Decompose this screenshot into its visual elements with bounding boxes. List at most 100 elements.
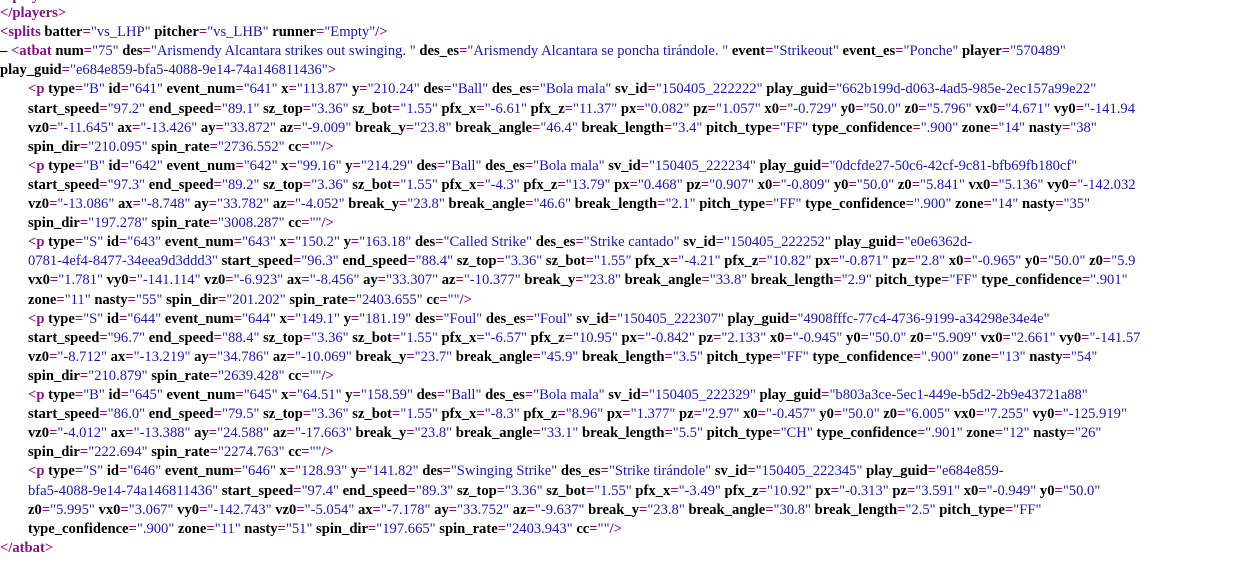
xml-punctuation: =: [476, 176, 485, 193]
xml-attribute-value: "-8.456": [309, 272, 360, 289]
xml-attribute-value: "-0.945": [792, 329, 843, 346]
xml-punctuation: =: [912, 119, 921, 136]
xml-punctuation: =: [372, 501, 381, 518]
xml-punctuation: =: [476, 329, 485, 346]
xml-attribute-name: vy0: [1050, 100, 1076, 117]
xml-attribute-value: 0781-4ef4-8477-34eea9d3ddd3": [28, 253, 218, 270]
xml-attribute-value: ".901": [925, 425, 963, 442]
xml-punctuation: =: [350, 234, 360, 251]
xml-punctuation: =: [640, 387, 650, 403]
xml-punctuation: =: [277, 520, 286, 537]
xml-attribute-value: "642": [243, 157, 278, 174]
xml-document-view: </players></players><splits batter="vs_L…: [0, 0, 1241, 562]
xml-attribute-name: break_angle: [684, 501, 766, 518]
xml-attribute-value: "33.8": [709, 272, 748, 289]
xml-attribute-name: vy0: [173, 501, 200, 518]
xml-attribute-value: "50.0": [842, 406, 880, 423]
xml-line: <p type="S" id="643" event_num="643" x="…: [0, 232, 972, 252]
xml-attribute-value: "Ponche": [903, 43, 959, 60]
xml-punctuation: =: [927, 463, 937, 480]
xml-punctuation: >: [44, 539, 54, 556]
xml-punctuation: =: [664, 425, 673, 442]
xml-attribute-value: ".901": [1090, 272, 1128, 289]
xml-attribute-name: ax: [107, 348, 126, 365]
xml-attribute-value: "": [309, 444, 322, 461]
xml-attribute-value: "3.4": [672, 119, 703, 136]
xml-punctuation: =: [128, 520, 137, 537]
xml-attribute-name: cc: [572, 520, 590, 537]
xml-attribute-value: "6.005": [905, 406, 951, 423]
xml-punctuation: =: [557, 176, 566, 193]
xml-punctuation: =: [1001, 43, 1011, 60]
xml-punctuation: =: [640, 157, 650, 174]
xml-attribute-value: "50.0": [1062, 482, 1101, 499]
xml-attribute-value: "150405_222252": [724, 234, 831, 251]
collapse-toggle-icon[interactable]: –: [0, 43, 11, 59]
xml-attribute-value: "Empty": [324, 24, 376, 41]
xml-punctuation: =: [142, 43, 151, 60]
xml-attribute-name: spin_dir: [28, 367, 80, 384]
xml-attribute-name: y: [339, 310, 351, 327]
xml-attribute-name: event_es: [838, 43, 896, 60]
xml-attribute-value: "1.55": [400, 329, 438, 346]
xml-attribute-value: "222.694": [88, 444, 148, 461]
xml-attribute-name: zone: [962, 425, 995, 442]
xml-line: spin_dir="197.278" spin_rate="3008.287" …: [0, 213, 334, 233]
xml-attribute-value: "-6.57": [484, 329, 528, 346]
xml-punctuation: =: [74, 157, 84, 174]
xml-attribute-name: type: [44, 463, 75, 480]
xml-attribute-value: "197.278": [88, 215, 148, 232]
xml-attribute-value: "5.796": [926, 100, 972, 117]
xml-attribute-name: nasty: [1025, 119, 1062, 136]
xml-attribute-name: vy0: [102, 272, 129, 289]
xml-attribute-name: z0: [28, 501, 42, 518]
xml-attribute-value: "3.5": [672, 348, 703, 365]
xml-attribute-value: "11": [64, 291, 91, 308]
xml-attribute-name: spin_dir: [312, 520, 368, 537]
xml-attribute-name: num: [51, 43, 84, 60]
xml-punctuation: =: [905, 196, 914, 212]
xml-attribute-value: "-0.949": [986, 482, 1037, 499]
xml-line: spin_dir="222.694" spin_rate="2274.763" …: [0, 442, 334, 462]
xml-punctuation: =: [707, 100, 716, 117]
xml-attribute-value: "3.36": [504, 253, 543, 270]
xml-attribute-name: ax: [283, 272, 302, 289]
xml-line: <p type="S" id="646" event_num="646" x="…: [0, 461, 1004, 481]
xml-punctuation: =: [715, 234, 725, 251]
xml-attribute-value: "": [309, 367, 322, 384]
xml-attribute-value: "": [597, 520, 610, 537]
xml-punctuation: =: [41, 501, 51, 518]
xml-attribute-name: y0: [830, 176, 849, 193]
xml-attribute-value: "23.8": [414, 119, 452, 136]
xml-attribute-value: "8.96": [565, 406, 604, 423]
xml-attribute-value: "2.9": [841, 272, 872, 289]
xml-attribute-value: "35": [1063, 196, 1091, 212]
xml-attribute-value: "1.55": [400, 406, 438, 423]
xml-punctuation: =: [830, 253, 839, 270]
xml-attribute-value: "Swinging Strike": [450, 463, 558, 480]
xml-attribute-value: "13": [999, 348, 1026, 365]
xml-attribute-value: ".900": [913, 196, 952, 212]
xml-attribute-value: "-4.3": [484, 176, 520, 193]
xml-punctuation: =: [74, 463, 84, 480]
xml-punctuation: =: [531, 81, 540, 98]
xml-attribute-value: "23.7": [414, 348, 453, 365]
xml-punctuation: >: [327, 62, 337, 79]
xml-attribute-name: play_guid: [862, 463, 928, 480]
xml-attribute-name: id: [103, 310, 120, 327]
xml-attribute-name: type: [44, 234, 75, 251]
xml-attribute-name: x0: [766, 329, 785, 346]
xml-attribute-value: "FF": [1013, 501, 1042, 518]
xml-punctuation: =: [406, 425, 415, 442]
xml-attribute-name: zone: [28, 291, 57, 308]
xml-attribute-name: break_y: [520, 272, 576, 289]
xml-attribute-name: y0: [842, 329, 861, 346]
xml-attribute-name: cc: [284, 444, 302, 461]
xml-attribute-value: "e684e859-bfa5-4088-9e14-74a146811436": [69, 62, 328, 79]
xml-punctuation: =: [233, 463, 243, 480]
xml-punctuation: =: [407, 253, 416, 270]
xml-punctuation: =: [301, 444, 310, 461]
xml-punctuation: =: [895, 43, 904, 60]
xml-attribute-value: "-0.965": [971, 253, 1022, 270]
xml-attribute-name: break_y: [584, 501, 639, 518]
